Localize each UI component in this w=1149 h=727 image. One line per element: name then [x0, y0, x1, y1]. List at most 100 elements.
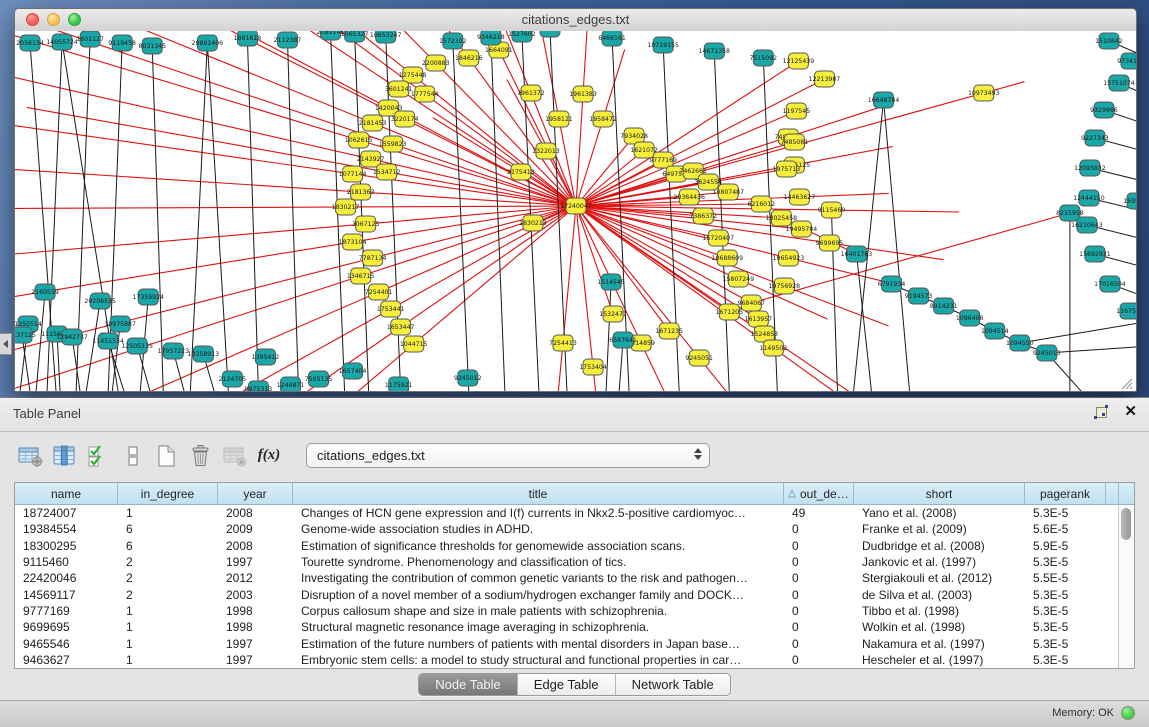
edge[interactable]: [15, 60, 576, 206]
table-cell[interactable]: Changes of HCN gene expression and I(f) …: [293, 505, 784, 521]
network-node[interactable]: 2112387: [274, 32, 302, 48]
network-node[interactable]: 1062615: [345, 132, 373, 148]
network-node[interactable]: 1077144: [339, 166, 367, 182]
table-cell[interactable]: de Silva et al. (2003): [854, 586, 1025, 602]
table-cell[interactable]: 2: [118, 570, 218, 586]
network-node[interactable]: 7386372: [689, 208, 717, 224]
column-header-title[interactable]: title: [293, 483, 784, 504]
show-hide-columns-icon[interactable]: [50, 443, 80, 469]
edge[interactable]: [576, 49, 625, 206]
network-node[interactable]: 12444150: [1073, 190, 1105, 206]
network-node[interactable]: 1395412: [252, 349, 280, 365]
network-node[interactable]: 14463627: [784, 189, 816, 205]
network-node[interactable]: 2181363: [347, 184, 375, 200]
table-cell[interactable]: Jankovic et al. (1997): [854, 554, 1025, 570]
network-node[interactable]: 12125439: [783, 53, 815, 69]
network-node[interactable]: 1601127: [76, 31, 104, 47]
table-cell[interactable]: Corpus callosum shape and size in male p…: [293, 603, 784, 619]
table-cell[interactable]: Estimation of significance thresholds fo…: [293, 538, 784, 554]
network-node[interactable]: 1613957: [745, 311, 773, 327]
unselect-all-icon[interactable]: [118, 443, 148, 469]
select-all-icon[interactable]: [84, 443, 114, 469]
table-cell[interactable]: Genome-wide association studies in ADHD.: [293, 521, 784, 537]
network-node[interactable]: 1777544: [411, 86, 439, 102]
network-node[interactable]: 1958472: [589, 111, 617, 127]
table-cell[interactable]: 5.3E-5: [1025, 652, 1106, 668]
network-node[interactable]: 2175413: [507, 164, 535, 180]
network-node[interactable]: 17359924: [132, 289, 164, 305]
table-cell[interactable]: 18300295: [15, 538, 118, 554]
table-cell[interactable]: 9463627: [15, 652, 118, 668]
network-node[interactable]: 6466161: [598, 31, 626, 46]
network-node[interactable]: 1846216: [455, 50, 483, 66]
network-node[interactable]: 1753441: [377, 301, 405, 317]
network-node[interactable]: 15751074: [1103, 75, 1135, 91]
network-node[interactable]: 10975887: [104, 316, 136, 332]
network-node[interactable]: 3067125: [352, 216, 380, 232]
network-node[interactable]: 8131074: [536, 31, 564, 37]
network-node[interactable]: 1873104: [339, 234, 367, 250]
table-cell[interactable]: 5.3E-5: [1025, 505, 1106, 521]
network-node[interactable]: 9115460: [818, 202, 846, 218]
network-node[interactable]: 1094550: [1006, 335, 1034, 351]
table-cell[interactable]: 2008: [218, 538, 293, 554]
network-node[interactable]: 1572302: [439, 33, 467, 49]
table-cell[interactable]: 5.9E-5: [1025, 538, 1106, 554]
table-cell[interactable]: 1997: [218, 652, 293, 668]
network-node[interactable]: 1510842: [1095, 33, 1123, 49]
table-cell[interactable]: 22420046: [15, 570, 118, 586]
column-header-name[interactable]: name: [15, 483, 118, 504]
table-cell[interactable]: 0: [784, 586, 854, 602]
network-node[interactable]: 7515092: [750, 50, 778, 66]
network-node[interactable]: 6216012: [748, 196, 776, 212]
edge[interactable]: [576, 61, 798, 206]
network-node[interactable]: 1346715: [347, 268, 375, 284]
network-node[interactable]: 1094514: [981, 323, 1009, 339]
table-cell[interactable]: 2: [118, 554, 218, 570]
table-cell[interactable]: 0: [784, 619, 854, 635]
column-header-short[interactable]: short: [854, 483, 1025, 504]
network-node[interactable]: 7485081: [781, 134, 809, 150]
table-row[interactable]: 946554611997Estimation of the future num…: [15, 635, 1134, 651]
table-cell[interactable]: Investigating the contribution of common…: [293, 570, 784, 586]
column-header-out_de…[interactable]: △out_de…: [784, 483, 854, 504]
network-node[interactable]: 7505135: [305, 371, 333, 387]
network-node[interactable]: 1175921: [385, 377, 413, 391]
edge[interactable]: [247, 38, 258, 391]
network-node[interactable]: 12505135: [121, 338, 153, 354]
network-node[interactable]: 1514545: [597, 274, 625, 290]
table-cell[interactable]: 19384554: [15, 521, 118, 537]
table-row[interactable]: 969969511998Structural magnetic resonanc…: [15, 619, 1134, 635]
table-cell[interactable]: 9465546: [15, 635, 118, 651]
table-cell[interactable]: 1: [118, 505, 218, 521]
network-node[interactable]: 9227343: [1081, 130, 1109, 146]
edge[interactable]: [576, 206, 944, 260]
table-cell[interactable]: 1: [118, 635, 218, 651]
table-cell[interactable]: 18724007: [15, 505, 118, 521]
table-cell[interactable]: 0: [784, 570, 854, 586]
table-cell[interactable]: 1997: [218, 635, 293, 651]
panel-collapse-handle[interactable]: [0, 333, 12, 355]
table-cell[interactable]: 2012: [218, 570, 293, 586]
edge[interactable]: [355, 34, 369, 391]
network-node[interactable]: 1753404: [579, 359, 607, 375]
table-cell[interactable]: Yano et al. (2008): [854, 505, 1025, 521]
network-node[interactable]: 15692931: [1079, 246, 1111, 262]
table-cell[interactable]: 0: [784, 538, 854, 554]
network-node[interactable]: 6587641: [609, 332, 637, 348]
table-cell[interactable]: 5.5E-5: [1025, 570, 1106, 586]
network-node[interactable]: 1881618: [234, 31, 262, 46]
network-node[interactable]: 9346218: [477, 31, 505, 45]
tab-network-table[interactable]: Network Table: [616, 674, 730, 695]
table-cell[interactable]: 2: [118, 586, 218, 602]
network-node[interactable]: 1527602: [508, 31, 536, 42]
network-node[interactable]: 9329966: [1090, 102, 1118, 118]
table-row[interactable]: 1872400712008Changes of HCN gene express…: [15, 505, 1134, 521]
table-cell[interactable]: 5.3E-5: [1025, 554, 1106, 570]
table-cell[interactable]: 5.3E-5: [1025, 635, 1106, 651]
column-header-year[interactable]: year: [218, 483, 293, 504]
table-cell[interactable]: Franke et al. (2009): [854, 521, 1025, 537]
network-node[interactable]: 1975713: [773, 161, 801, 177]
edge[interactable]: [884, 100, 910, 391]
network-node[interactable]: 1197545: [783, 103, 811, 119]
